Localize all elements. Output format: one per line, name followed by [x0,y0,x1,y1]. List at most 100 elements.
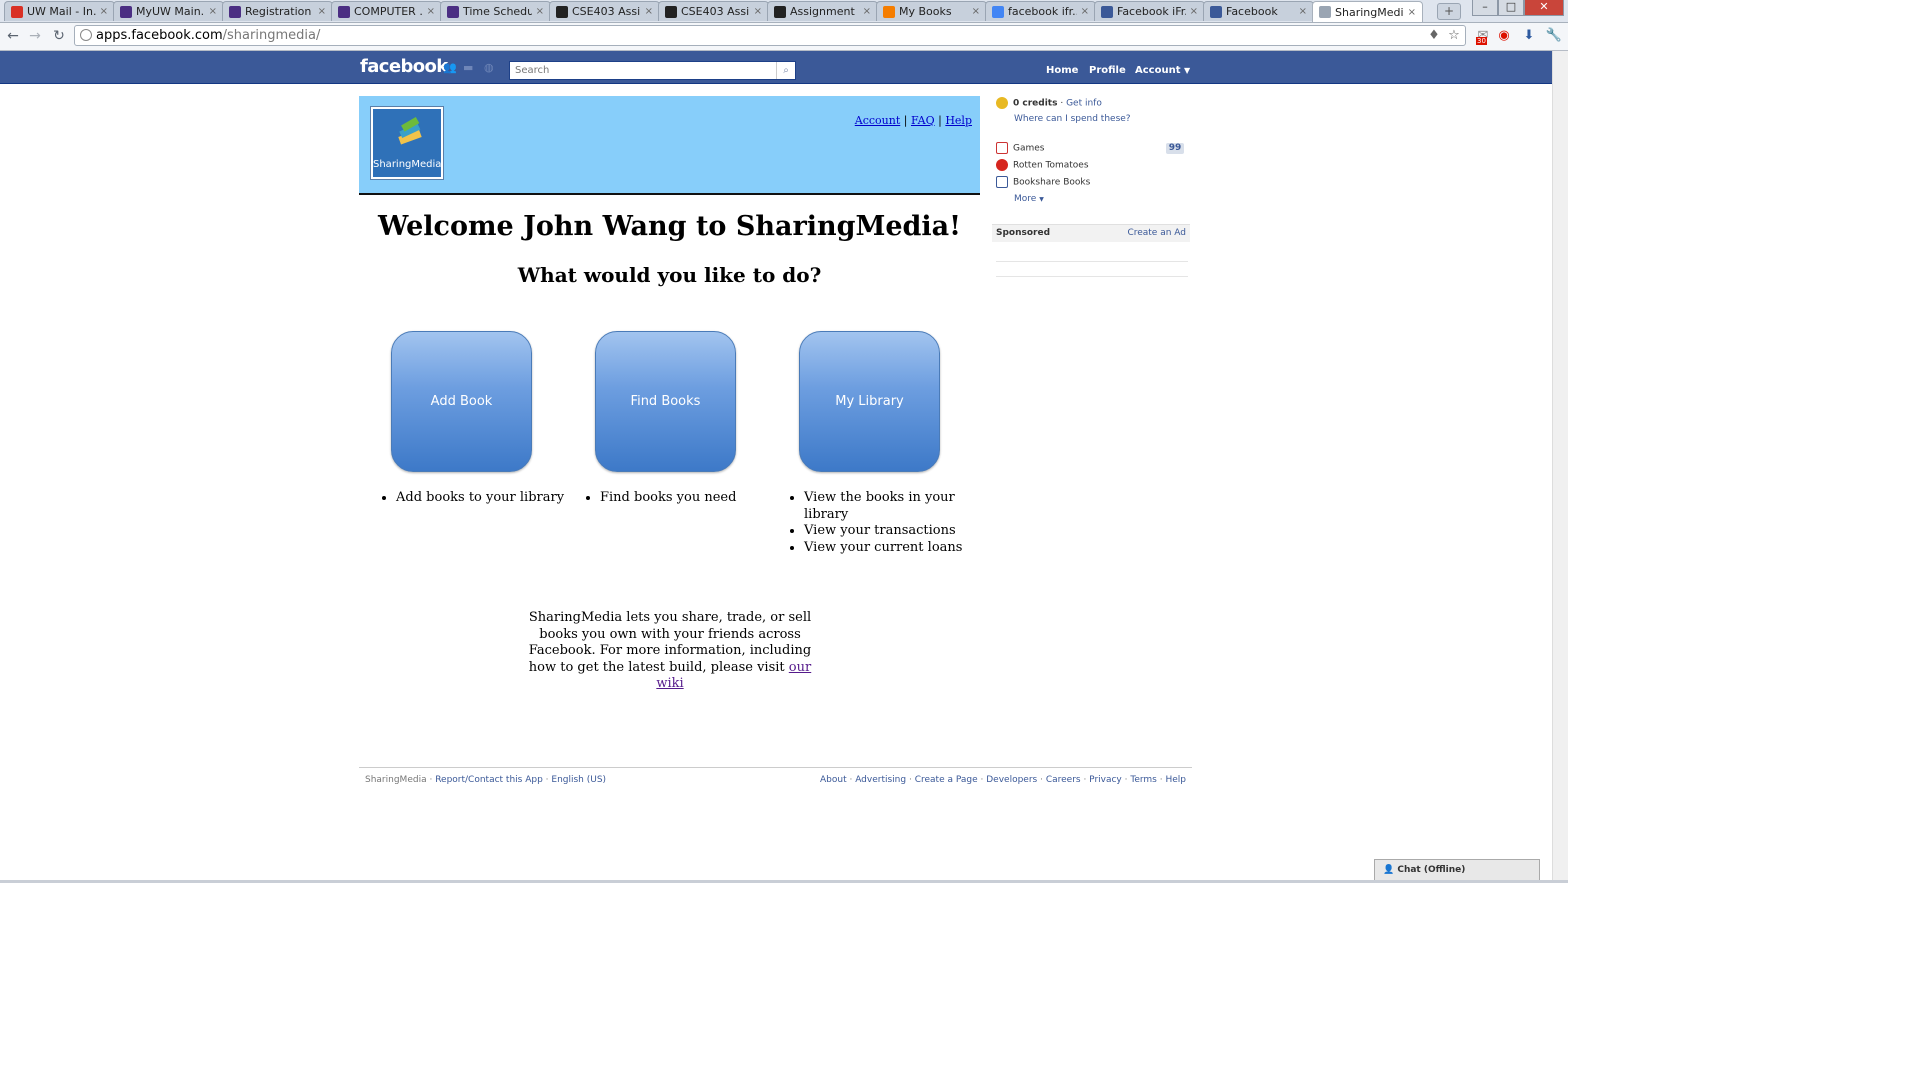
footer-link-developers[interactable]: Developers [986,775,1037,785]
report-app-link[interactable]: Report/Contact this App [435,775,543,785]
close-tab-icon[interactable]: × [536,6,544,17]
bookmark-bookshare[interactable]: Bookshare Books [996,176,1090,188]
notifications-icon[interactable]: ◍ [484,62,496,73]
list-item: Find books you need [600,490,780,507]
reload-icon[interactable]: ↻ [50,27,68,45]
my-library-description: View the books in your library View your… [782,490,964,556]
language-link[interactable]: English (US) [551,775,606,785]
maximize-button[interactable]: □ [1498,0,1524,16]
help-link[interactable]: Help [945,114,972,127]
gmail-icon [11,5,23,18]
close-window-button[interactable]: ✕ [1524,0,1564,16]
back-icon[interactable]: ← [4,27,22,45]
app-logo-label: SharingMedia [373,159,442,170]
browser-tab[interactable]: My Books × [876,1,987,21]
uw-w-icon [447,5,459,18]
footer-link-privacy[interactable]: Privacy [1089,775,1122,785]
bookmark-games[interactable]: Games [996,142,1044,154]
books-icon [398,117,422,145]
create-ad-link[interactable]: Create an Ad [1127,228,1186,238]
browser-tab[interactable]: Time Schedu... × [440,1,551,21]
footer-link-create-page[interactable]: Create a Page [915,775,978,785]
browser-tab[interactable]: Registration × [222,1,333,21]
blogger-icon [883,5,895,18]
download-icon[interactable]: ⬇ [1520,27,1538,45]
bookmark-rotten-tomatoes[interactable]: Rotten Tomatoes [996,159,1089,171]
chat-bar[interactable]: 👤 Chat (Offline) [1374,859,1540,881]
browser-tab[interactable]: Facebook iFr... × [1094,1,1205,21]
more-bookmarks-link[interactable]: More ▼ [1014,194,1044,204]
close-tab-icon[interactable]: × [1190,6,1198,17]
new-tab-button[interactable]: + [1437,3,1461,20]
mail-extension-icon[interactable]: ✉ 30 [1474,27,1492,45]
nav-profile[interactable]: Profile [1089,65,1126,76]
search-icon[interactable]: ⌕ [776,62,795,79]
address-bar[interactable]: apps.facebook.com/sharingmedia/ ♦ ☆ [74,25,1466,46]
close-tab-icon[interactable]: × [645,6,653,17]
browser-tab[interactable]: MyUW Main... × [113,1,224,21]
account-link[interactable]: Account [855,114,900,127]
facebook-logo[interactable]: facebook [360,56,448,77]
lightbulb-icon[interactable]: ♦ [1425,27,1443,45]
bookmark-label: Games [1013,143,1045,154]
footer: SharingMedia · Report/Contact this App ·… [359,767,1192,785]
add-book-button[interactable]: Add Book [391,331,532,472]
footer-link-terms[interactable]: Terms [1130,775,1157,785]
browser-tab[interactable]: Facebook × [1203,1,1314,21]
spend-credits-link[interactable]: Where can I spend these? [1014,114,1131,124]
tab-title: facebook ifr... [1008,5,1077,18]
nav-home[interactable]: Home [1046,65,1078,76]
footer-link-about[interactable]: About [820,775,847,785]
page-icon [80,29,92,41]
list-item: View your transactions [804,523,964,540]
bookmark-label: Bookshare Books [1013,177,1091,188]
tab-title: SharingMedi... [1335,5,1404,19]
footer-links: About · Advertising · Create a Page · De… [819,775,1186,785]
cse-icon [665,5,677,18]
close-tab-icon[interactable]: × [318,6,326,17]
close-tab-icon[interactable]: × [1299,6,1307,17]
search-input[interactable]: Search ⌕ [509,61,796,80]
footer-link-advertising[interactable]: Advertising [855,775,906,785]
get-info-link[interactable]: Get info [1066,99,1102,109]
browser-tab[interactable]: Assignment ... × [767,1,878,21]
browser-tab[interactable]: COMPUTER ... × [331,1,442,21]
facebook-icon [1210,5,1222,18]
footer-link-help[interactable]: Help [1165,775,1186,785]
opera-extension-icon[interactable]: ◉ [1495,27,1513,45]
close-tab-icon[interactable]: × [972,6,980,17]
browser-tab[interactable]: UW Mail - In... × [4,1,115,21]
wrench-icon[interactable]: 🔧 [1545,27,1563,45]
messages-icon[interactable]: ▬ [463,62,475,73]
browser-tab[interactable]: CSE403 Assi... × [549,1,660,21]
find-books-button[interactable]: Find Books [595,331,736,472]
friend-requests-icon[interactable]: 👥 [443,62,457,73]
page-scrollbar[interactable] [1552,51,1568,883]
faq-link[interactable]: FAQ [911,114,935,127]
chevron-down-icon: ▼ [1183,66,1191,75]
tomato-icon [996,159,1008,171]
browser-tab[interactable]: CSE403 Assi... × [658,1,769,21]
tab-title: UW Mail - In... [27,5,96,18]
close-tab-icon[interactable]: × [1408,7,1416,18]
forward-icon[interactable]: → [26,27,44,45]
close-tab-icon[interactable]: × [209,6,217,17]
browser-tab[interactable]: facebook ifr... × [985,1,1096,21]
close-tab-icon[interactable]: × [863,6,871,17]
close-tab-icon[interactable]: × [100,6,108,17]
close-tab-icon[interactable]: × [427,6,435,17]
nav-account[interactable]: Account ▼ [1135,65,1190,76]
close-tab-icon[interactable]: × [1081,6,1089,17]
divider [996,261,1188,262]
app-logo[interactable]: SharingMedia [371,107,443,179]
star-icon[interactable]: ☆ [1445,27,1463,45]
sponsored-title: Sponsored [996,228,1051,238]
my-library-button[interactable]: My Library [799,331,940,472]
close-tab-icon[interactable]: × [754,6,762,17]
link-separator: | [938,114,942,127]
extension-badge: 30 [1476,37,1487,45]
minimize-button[interactable]: – [1472,0,1498,16]
footer-link-careers[interactable]: Careers [1046,775,1081,785]
nav-account-label: Account [1135,65,1181,76]
browser-tab[interactable]: SharingMedi... × [1312,1,1423,22]
